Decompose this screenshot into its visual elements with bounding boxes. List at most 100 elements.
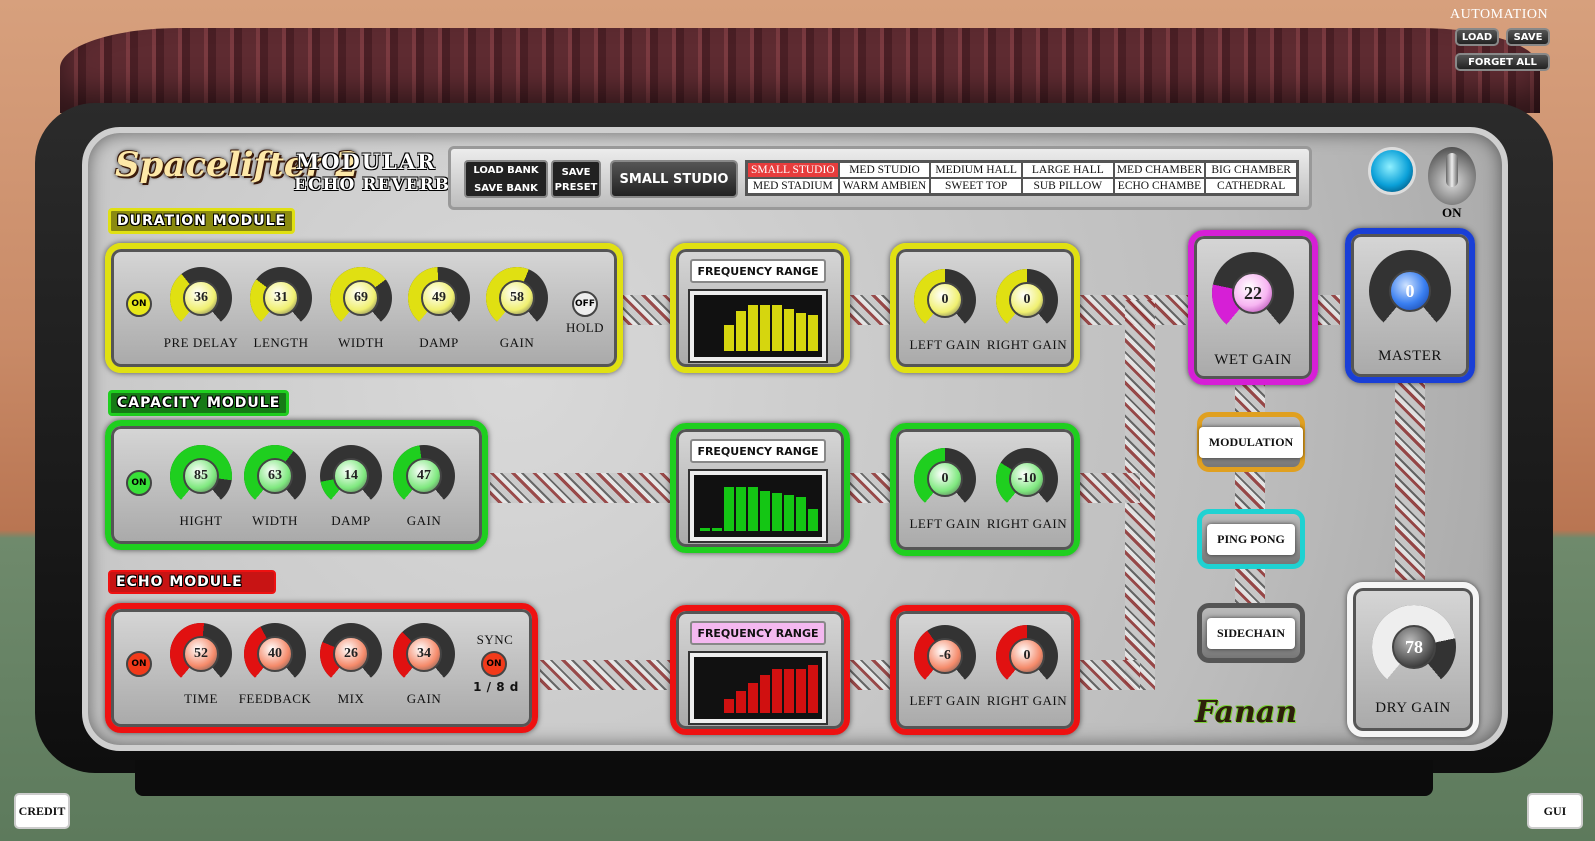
capacity-left-gain-knob[interactable]: 0 (914, 448, 976, 510)
capacity-damp-knob[interactable]: 14 (320, 445, 382, 507)
duration-right-gain-knob[interactable]: 0 (996, 269, 1058, 331)
knob-label: RIGHT GAIN (986, 693, 1068, 708)
preset-item[interactable]: CATHEDRAL (1205, 178, 1297, 194)
save-preset-label-1: SAVE (561, 167, 591, 178)
preset-item[interactable]: SUB PILLOW (1021, 178, 1114, 194)
echo-time-knob[interactable]: 52 (170, 623, 232, 685)
pipe (1395, 380, 1425, 580)
master-knob[interactable]: 0 (1369, 250, 1451, 332)
echo-gain-knob[interactable]: 34 (393, 623, 455, 685)
preset-item[interactable]: MED CHAMBER (1113, 162, 1206, 178)
master-value: 0 (1389, 270, 1431, 312)
frequency-bar (724, 487, 734, 531)
gui-button[interactable]: GUI (1527, 793, 1583, 829)
knob-label: GAIN (406, 513, 442, 528)
current-preset-display[interactable]: SMALL STUDIO (610, 160, 738, 198)
wet-gain-knob[interactable]: 22 (1212, 252, 1294, 334)
frequency-bar (724, 325, 734, 351)
capacity-gain-knob[interactable]: 47 (393, 445, 455, 507)
knob-value: 47 (406, 458, 442, 494)
duration-left-gain-knob[interactable]: 0 (914, 269, 976, 331)
knob-value: 26 (333, 636, 369, 672)
automation-save-button[interactable]: SAVE (1506, 28, 1550, 46)
echo-right-gain-knob[interactable]: 0 (996, 625, 1058, 687)
knob-label: GAIN (499, 335, 535, 350)
duration-frequency-title: FREQUENCY RANGE (690, 259, 826, 283)
brand-logo: Fanan (1195, 695, 1298, 730)
sidechain-label: SIDECHAIN (1206, 617, 1295, 649)
pipe (490, 473, 670, 503)
echo-feedback-knob[interactable]: 40 (244, 623, 306, 685)
frequency-bar (736, 691, 746, 713)
preset-item[interactable]: BIG CHAMBER (1205, 162, 1297, 178)
duration-pre-delay-knob[interactable]: 36 (170, 267, 232, 329)
frequency-bar (796, 497, 806, 531)
capacity-right-gain-knob[interactable]: -10 (996, 448, 1058, 510)
knob-value: 69 (343, 280, 379, 316)
frequency-bar (748, 683, 758, 713)
preset-item[interactable]: ECHO CHAMBE (1113, 178, 1206, 194)
load-bank-button[interactable]: LOAD BANK (466, 162, 546, 178)
frequency-bar (796, 313, 806, 351)
knob-value: 36 (183, 280, 219, 316)
duration-on-button[interactable]: ON (126, 291, 152, 317)
preset-item[interactable]: MED STADIUM (747, 178, 839, 194)
echo-mix-knob[interactable]: 26 (320, 623, 382, 685)
capacity-on-button[interactable]: ON (126, 470, 152, 496)
hold-label: HOLD (565, 320, 605, 335)
ping-pong-button[interactable]: PING PONG (1197, 509, 1305, 569)
pipe (540, 660, 670, 690)
frequency-bar (748, 487, 758, 531)
pipe (850, 295, 890, 325)
preset-item[interactable]: LARGE HALL (1021, 162, 1114, 178)
echo-frequency-panel: FREQUENCY RANGE (670, 605, 850, 735)
modulation-button[interactable]: MODULATION (1197, 412, 1305, 472)
duration-width-knob[interactable]: 69 (330, 267, 392, 329)
duration-damp-knob[interactable]: 49 (408, 267, 470, 329)
knob-value: 52 (183, 636, 219, 672)
knob-value: 85 (183, 458, 219, 494)
logo-subtitle-1: MODULAR (296, 149, 437, 174)
capacity-frequency-display[interactable] (690, 471, 826, 541)
echo-sync-button[interactable]: ON (481, 651, 507, 677)
preset-item[interactable]: SMALL STUDIO (747, 162, 839, 178)
knob-value: 0 (927, 461, 963, 497)
frequency-bar (700, 528, 710, 531)
amp-foot (135, 760, 1433, 796)
automation-forget-all-button[interactable]: FORGET ALL (1455, 53, 1550, 71)
save-preset-button[interactable]: SAVE PRESET (551, 160, 601, 198)
toggle-lever (1446, 153, 1458, 187)
knob-value: 31 (263, 280, 299, 316)
echo-on-button[interactable]: ON (126, 651, 152, 677)
knob-value: 49 (421, 280, 457, 316)
frequency-bar (796, 669, 806, 713)
knob-value: 63 (257, 458, 293, 494)
knob-value: 58 (499, 280, 535, 316)
duration-hold-button[interactable]: OFF (572, 291, 598, 317)
frequency-bar (724, 699, 734, 713)
preset-item[interactable]: MEDIUM HALL (930, 162, 1022, 178)
echo-left-gain-knob[interactable]: -6 (914, 625, 976, 687)
power-toggle[interactable] (1428, 147, 1476, 205)
sync-division[interactable]: 1 / 8 d (451, 680, 541, 694)
ping-pong-label: PING PONG (1207, 523, 1295, 555)
sync-label: SYNC (476, 632, 514, 647)
sidechain-button[interactable]: SIDECHAIN (1197, 603, 1305, 663)
automation-load-button[interactable]: LOAD (1455, 28, 1499, 46)
duration-length-knob[interactable]: 31 (250, 267, 312, 329)
capacity-width-knob[interactable]: 63 (244, 445, 306, 507)
automation-title: AUTOMATION (1450, 7, 1549, 22)
capacity-hight-knob[interactable]: 85 (170, 445, 232, 507)
dry-gain-knob[interactable]: 78 (1372, 605, 1456, 689)
save-bank-button[interactable]: SAVE BANK (466, 180, 546, 196)
preset-item[interactable]: WARM AMBIEN (838, 178, 931, 194)
knob-value: 0 (927, 282, 963, 318)
master-label: MASTER (1378, 348, 1442, 364)
preset-item[interactable]: MED STUDIO (838, 162, 931, 178)
credit-button[interactable]: CREDIT (14, 793, 70, 829)
duration-frequency-display[interactable] (690, 291, 826, 361)
modulation-label: MODULATION (1198, 426, 1304, 458)
preset-item[interactable]: SWEET TOP (930, 178, 1022, 194)
echo-frequency-display[interactable] (690, 653, 826, 723)
duration-gain-knob[interactable]: 58 (486, 267, 548, 329)
